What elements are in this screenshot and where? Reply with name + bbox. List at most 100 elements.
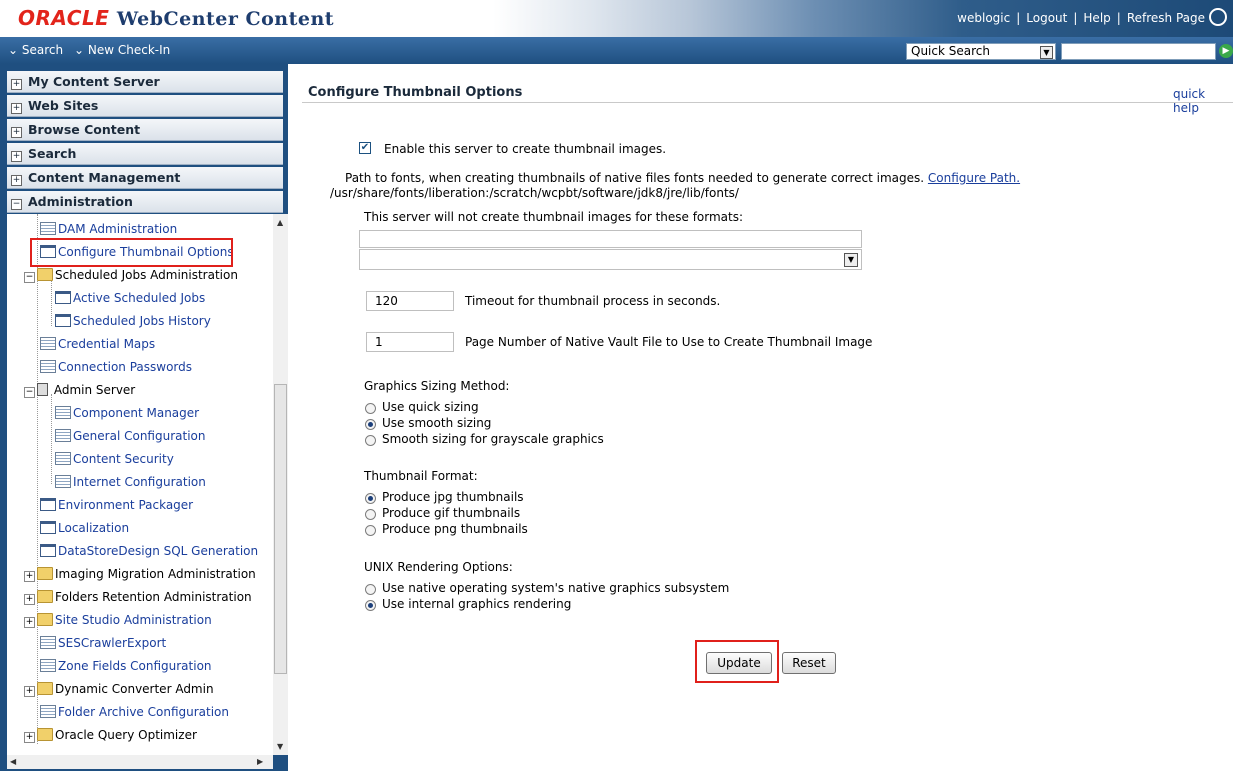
radio-native-graphics[interactable] bbox=[365, 584, 376, 595]
tree-link[interactable]: Localization bbox=[58, 521, 129, 535]
tree-label: Dynamic Converter Admin bbox=[55, 682, 214, 696]
tree-item-content-security[interactable]: Content Security bbox=[55, 450, 174, 468]
scroll-down-icon[interactable]: ▼ bbox=[277, 742, 283, 751]
tree-link[interactable]: Environment Packager bbox=[58, 498, 193, 512]
formats-list[interactable] bbox=[359, 230, 862, 248]
quick-search-input[interactable] bbox=[1061, 43, 1216, 60]
tree-item-sescrawlerexport[interactable]: SESCrawlerExport bbox=[40, 634, 166, 652]
expand-icon[interactable]: + bbox=[24, 617, 35, 628]
expand-icon[interactable]: + bbox=[24, 732, 35, 743]
scroll-right-icon[interactable]: ▶ bbox=[257, 757, 263, 766]
tree-item-oracle-query-optimizer[interactable]: + Oracle Query Optimizer bbox=[24, 726, 197, 744]
tree-link[interactable]: Folder Archive Configuration bbox=[58, 705, 229, 719]
tree-item-dam-administration[interactable]: DAM Administration bbox=[40, 220, 177, 238]
sidebar-horizontal-scrollbar[interactable]: ◀ ▶ bbox=[7, 755, 273, 769]
tree-link[interactable]: Connection Passwords bbox=[58, 360, 192, 374]
tree-link[interactable]: Site Studio Administration bbox=[55, 613, 212, 627]
window-icon bbox=[55, 291, 71, 304]
tree-item-environment-packager[interactable]: Environment Packager bbox=[40, 496, 193, 514]
radio-png[interactable] bbox=[365, 525, 376, 536]
tree-item-internet-configuration[interactable]: Internet Configuration bbox=[55, 473, 206, 491]
radio-jpg[interactable] bbox=[365, 493, 376, 504]
sidebar-vertical-scrollbar[interactable]: ▲ ▼ bbox=[273, 214, 288, 755]
tree-link[interactable]: Active Scheduled Jobs bbox=[73, 291, 205, 305]
dropdown-arrow-icon[interactable]: ▼ bbox=[1040, 46, 1053, 59]
tree-item-dynamic-converter-admin[interactable]: + Dynamic Converter Admin bbox=[24, 680, 214, 698]
tree-item-credential-maps[interactable]: Credential Maps bbox=[40, 335, 155, 353]
radio-internal-rendering[interactable] bbox=[365, 600, 376, 611]
collapse-icon[interactable]: − bbox=[24, 272, 35, 283]
tree-item-folder-archive-configuration[interactable]: Folder Archive Configuration bbox=[40, 703, 229, 721]
section-administration[interactable]: − Administration bbox=[7, 191, 283, 213]
tree-link[interactable]: SESCrawlerExport bbox=[58, 636, 166, 650]
formats-select[interactable]: ▼ bbox=[359, 249, 862, 270]
page-number-input[interactable]: 1 bbox=[366, 332, 454, 352]
tree-line bbox=[51, 394, 52, 484]
expand-icon[interactable]: + bbox=[11, 175, 22, 186]
tree-link[interactable]: Scheduled Jobs History bbox=[73, 314, 211, 328]
timeout-label: Timeout for thumbnail process in seconds… bbox=[465, 294, 721, 308]
radio-smooth-sizing[interactable] bbox=[365, 419, 376, 430]
search-menu[interactable]: ⌄ Search bbox=[8, 43, 63, 57]
tree-link[interactable]: DataStoreDesign SQL Generation bbox=[58, 544, 258, 558]
tree-link[interactable]: General Configuration bbox=[73, 429, 206, 443]
new-check-in-menu[interactable]: ⌄ New Check-In bbox=[74, 43, 170, 57]
tree-item-zone-fields-configuration[interactable]: Zone Fields Configuration bbox=[40, 657, 212, 675]
section-web-sites[interactable]: + Web Sites bbox=[7, 95, 283, 117]
help-link[interactable]: Help bbox=[1083, 11, 1110, 25]
tree-item-datastoredesign-sql-generation[interactable]: DataStoreDesign SQL Generation bbox=[40, 542, 258, 560]
separator: | bbox=[1016, 11, 1021, 25]
enable-thumbnails-checkbox[interactable]: ✔ bbox=[359, 142, 371, 154]
tree-item-scheduled-jobs-history[interactable]: Scheduled Jobs History bbox=[55, 312, 211, 330]
expand-icon[interactable]: + bbox=[24, 571, 35, 582]
tree-link[interactable]: Internet Configuration bbox=[73, 475, 206, 489]
scroll-up-icon[interactable]: ▲ bbox=[277, 218, 283, 227]
quick-help-link[interactable]: quick help bbox=[1173, 87, 1233, 115]
doc-icon bbox=[55, 406, 71, 419]
tree-item-active-scheduled-jobs[interactable]: Active Scheduled Jobs bbox=[55, 289, 205, 307]
tree-link[interactable]: Component Manager bbox=[73, 406, 199, 420]
expand-icon[interactable]: + bbox=[11, 127, 22, 138]
tree-item-admin-server[interactable]: − Admin Server bbox=[24, 381, 135, 399]
server-icon bbox=[37, 383, 48, 396]
scroll-left-icon[interactable]: ◀ bbox=[10, 757, 16, 766]
tree-item-site-studio-administration[interactable]: + Site Studio Administration bbox=[24, 611, 212, 629]
tree-item-connection-passwords[interactable]: Connection Passwords bbox=[40, 358, 192, 376]
reset-button[interactable]: Reset bbox=[782, 652, 836, 674]
radio-smooth-grayscale[interactable] bbox=[365, 435, 376, 446]
tree-item-scheduled-jobs-administration[interactable]: − Scheduled Jobs Administration bbox=[24, 266, 238, 284]
expand-icon[interactable]: + bbox=[11, 103, 22, 114]
user-link[interactable]: weblogic bbox=[957, 11, 1010, 25]
tree-item-folders-retention-administration[interactable]: + Folders Retention Administration bbox=[24, 588, 252, 606]
tree-item-localization[interactable]: Localization bbox=[40, 519, 129, 537]
go-icon[interactable]: ▶ bbox=[1219, 44, 1233, 58]
section-browse-content[interactable]: + Browse Content bbox=[7, 119, 283, 141]
tree-item-component-manager[interactable]: Component Manager bbox=[55, 404, 199, 422]
section-my-content-server[interactable]: + My Content Server bbox=[7, 71, 283, 93]
expand-icon[interactable]: + bbox=[11, 151, 22, 162]
refresh-page-link[interactable]: Refresh Page bbox=[1127, 11, 1205, 25]
tree-link[interactable]: Content Security bbox=[73, 452, 174, 466]
tree-link[interactable]: DAM Administration bbox=[58, 222, 177, 236]
quick-search-select[interactable]: Quick Search ▼ bbox=[906, 43, 1056, 60]
section-content-management[interactable]: + Content Management bbox=[7, 167, 283, 189]
timeout-input[interactable]: 120 bbox=[366, 291, 454, 311]
tree-item-imaging-migration-administration[interactable]: + Imaging Migration Administration bbox=[24, 565, 256, 583]
logout-link[interactable]: Logout bbox=[1026, 11, 1067, 25]
collapse-icon[interactable]: − bbox=[11, 199, 22, 210]
expand-icon[interactable]: + bbox=[24, 594, 35, 605]
radio-quick-sizing[interactable] bbox=[365, 403, 376, 414]
scrollbar-thumb[interactable] bbox=[274, 384, 287, 674]
radio-label: Use quick sizing bbox=[382, 400, 479, 414]
dropdown-arrow-icon[interactable]: ▼ bbox=[844, 253, 858, 267]
collapse-icon[interactable]: − bbox=[24, 387, 35, 398]
configure-path-link[interactable]: Configure Path. bbox=[928, 171, 1020, 185]
expand-icon[interactable]: + bbox=[11, 79, 22, 90]
radio-gif[interactable] bbox=[365, 509, 376, 520]
section-search[interactable]: + Search bbox=[7, 143, 283, 165]
tree-link[interactable]: Zone Fields Configuration bbox=[58, 659, 212, 673]
tree-item-general-configuration[interactable]: General Configuration bbox=[55, 427, 206, 445]
tree-link[interactable]: Credential Maps bbox=[58, 337, 155, 351]
expand-icon[interactable]: + bbox=[24, 686, 35, 697]
folder-icon bbox=[37, 613, 53, 626]
